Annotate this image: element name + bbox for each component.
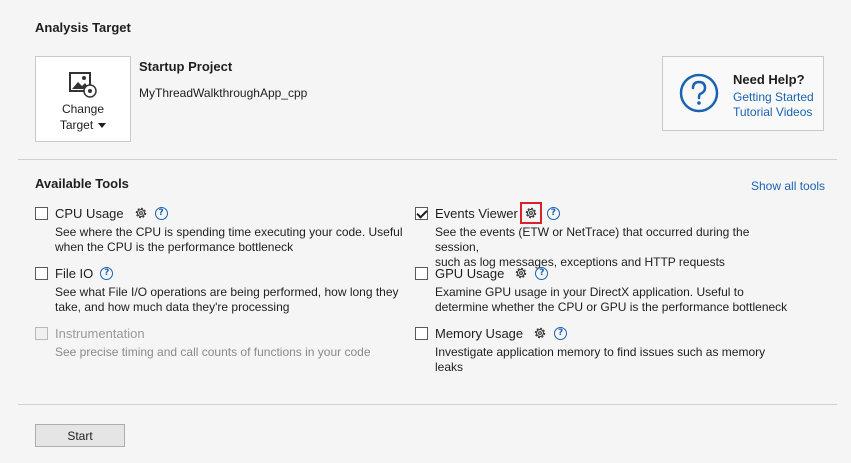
desc-line: Investigate application memory to find i… [435, 345, 766, 359]
desc-line: determine whether the CPU or GPU is the … [435, 300, 788, 314]
tutorial-videos-link[interactable]: Tutorial Videos [733, 105, 812, 119]
show-all-tools-link[interactable]: Show all tools [751, 179, 825, 193]
file-io-label: File IO [55, 265, 94, 281]
help-icon[interactable]: ? [100, 266, 114, 280]
getting-started-link[interactable]: Getting Started [733, 90, 814, 104]
tool-events-viewer: Events Viewer ? See the events (ETW or N… [415, 202, 795, 270]
desc-line: when the CPU is the performance bottlene… [55, 240, 294, 254]
analysis-target-heading: Analysis Target [35, 20, 131, 35]
startup-project-heading: Startup Project [139, 59, 233, 74]
help-panel: Need Help? Getting Started Tutorial Vide… [662, 56, 824, 131]
change-target-button[interactable]: Change Target [35, 56, 131, 142]
events-viewer-checkbox[interactable] [415, 206, 428, 220]
tool-memory-usage: Memory Usage ? Investigate application m… [415, 324, 795, 375]
memory-usage-checkbox[interactable] [415, 326, 428, 340]
highlighted-gear-box [519, 202, 542, 224]
events-viewer-label: Events Viewer [435, 205, 518, 221]
gpu-usage-description: Examine GPU usage in your DirectX applic… [435, 285, 795, 315]
tool-instrumentation: Instrumentation See precise timing and c… [35, 324, 415, 360]
desc-line: See precise timing and call counts of fu… [55, 345, 371, 359]
cpu-usage-description: See where the CPU is spending time execu… [55, 225, 415, 255]
startup-project-name: MyThreadWalkthroughApp_cpp [139, 86, 308, 100]
need-help-title: Need Help? [733, 72, 805, 87]
help-question-icon [679, 73, 719, 113]
file-io-description: See what File I/O operations are being p… [55, 285, 415, 315]
cpu-usage-checkbox[interactable] [35, 206, 48, 220]
start-button[interactable]: Start [35, 424, 125, 447]
desc-line: See where the CPU is spending time execu… [55, 225, 403, 239]
help-icon[interactable]: ? [154, 206, 168, 220]
help-icon[interactable]: ? [535, 266, 549, 280]
change-target-label2: Target [59, 118, 94, 132]
file-io-checkbox[interactable] [35, 266, 48, 280]
available-tools-heading: Available Tools [35, 176, 129, 191]
help-icon[interactable]: ? [546, 206, 560, 220]
gpu-usage-label: GPU Usage [435, 265, 505, 281]
divider [18, 404, 837, 405]
desc-line: See the events (ETW or NetTrace) that oc… [435, 225, 750, 254]
tool-file-io: File IO ? See what File I/O operations a… [35, 264, 415, 315]
gear-icon[interactable] [134, 206, 148, 220]
change-target-label: Change [61, 102, 105, 116]
tool-cpu-usage: CPU Usage ? See where the CPU is spendin… [35, 204, 415, 255]
desc-line: See what File I/O operations are being p… [55, 285, 399, 299]
tool-gpu-usage: GPU Usage ? Examine GPU usage in your Di… [415, 264, 795, 315]
help-icon[interactable]: ? [554, 326, 568, 340]
instrumentation-label: Instrumentation [55, 325, 145, 341]
gear-icon[interactable] [514, 266, 528, 280]
gpu-usage-checkbox[interactable] [415, 266, 428, 280]
instrumentation-description: See precise timing and call counts of fu… [55, 345, 415, 360]
desc-line: take, and how much data they're processi… [55, 300, 290, 314]
cpu-usage-label: CPU Usage [55, 205, 124, 221]
change-target-icon [69, 72, 97, 98]
divider [18, 159, 837, 160]
instrumentation-checkbox [35, 326, 48, 340]
gear-icon[interactable] [533, 326, 547, 340]
desc-line: Examine GPU usage in your DirectX applic… [435, 285, 744, 299]
desc-line: leaks [435, 360, 464, 374]
memory-usage-label: Memory Usage [435, 325, 524, 341]
memory-usage-description: Investigate application memory to find i… [435, 345, 795, 375]
dropdown-caret-icon [98, 123, 107, 129]
gear-icon[interactable] [524, 206, 538, 220]
